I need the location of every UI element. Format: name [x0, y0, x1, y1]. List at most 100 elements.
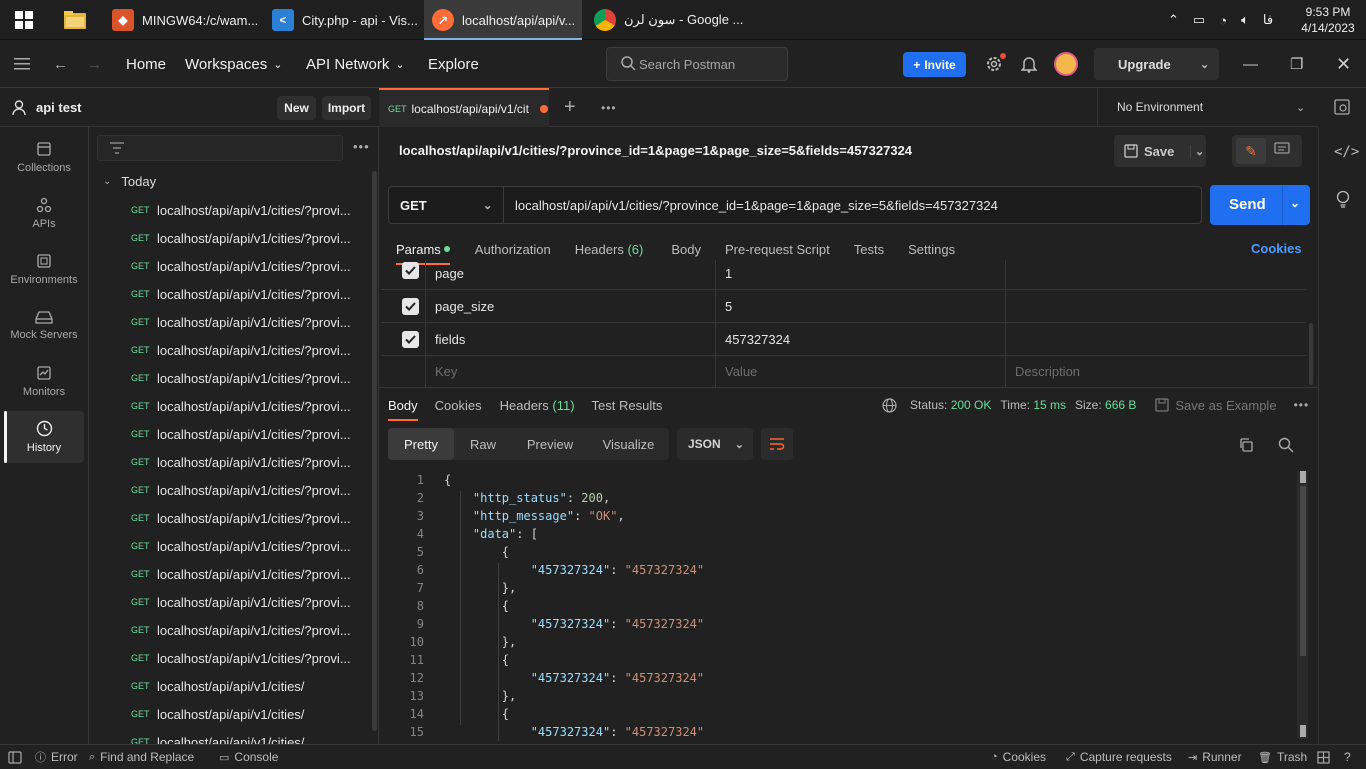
params-scrollbar[interactable]	[1309, 323, 1313, 385]
upgrade-button[interactable]: Upgrade ⌄	[1094, 48, 1219, 80]
sidebar-item-apis[interactable]: APIs	[4, 187, 84, 239]
history-scrollbar[interactable]	[372, 171, 377, 731]
taskbar-chrome[interactable]: سون لرن - Google ...	[586, 0, 744, 40]
error-status[interactable]: ⓘ Error	[35, 745, 78, 769]
save-as-example-button[interactable]: Save as Example	[1155, 398, 1277, 413]
send-button[interactable]: Send ⌄	[1210, 185, 1310, 225]
help-icon[interactable]: ?	[1344, 745, 1351, 769]
add-tab-icon[interactable]: +	[564, 96, 576, 119]
forward-arrow-icon[interactable]: →	[87, 40, 102, 88]
history-item[interactable]: GET localhost/api/api/v1/cities/?provi...	[131, 308, 351, 336]
file-explorer-icon[interactable]	[56, 0, 96, 40]
history-item[interactable]: GET localhost/api/api/v1/cities/?provi...	[131, 252, 351, 280]
param-checkbox[interactable]	[402, 262, 419, 279]
code-snippet-icon[interactable]: </>	[1334, 144, 1359, 160]
console[interactable]: ▭ Console	[219, 745, 278, 769]
cookies-status[interactable]: ◔ Cookies	[991, 745, 1046, 769]
param-value[interactable]: 1	[715, 260, 1005, 289]
save-button[interactable]: Save ⌄	[1114, 135, 1206, 167]
wrap-lines-icon[interactable]	[761, 428, 793, 460]
history-item[interactable]: GET localhost/api/api/v1/cities/?provi...	[131, 280, 351, 308]
view-raw[interactable]: Raw	[454, 428, 512, 460]
history-item[interactable]: GET localhost/api/api/v1/cities/	[131, 700, 304, 728]
resp-tab-body[interactable]: Body	[388, 393, 418, 421]
tab-params[interactable]: Params	[396, 236, 450, 265]
back-arrow-icon[interactable]: ←	[53, 40, 68, 88]
sidebar-item-environments[interactable]: Environments	[4, 243, 84, 295]
tab-headers[interactable]: Headers (6)	[575, 236, 644, 262]
more-tabs-icon[interactable]: •••	[601, 101, 617, 115]
sidebar-toggle-icon[interactable]	[8, 745, 22, 769]
history-item[interactable]: GET localhost/api/api/v1/cities/?provi...	[131, 224, 351, 252]
history-item[interactable]: GET localhost/api/api/v1/cities/?provi...	[131, 336, 351, 364]
wifi-icon[interactable]: ◔	[1219, 13, 1227, 28]
two-pane-icon[interactable]	[1317, 745, 1330, 769]
resp-tab-cookies[interactable]: Cookies	[435, 393, 482, 417]
close-icon[interactable]: ✕	[1336, 40, 1351, 88]
tab-body[interactable]: Body	[671, 236, 701, 262]
view-pretty[interactable]: Pretty	[388, 428, 454, 460]
tab-authorization[interactable]: Authorization	[475, 236, 551, 262]
import-button[interactable]: Import	[322, 96, 371, 120]
chevron-down-icon[interactable]: ⌄	[1290, 196, 1300, 210]
history-item[interactable]: GET localhost/api/api/v1/cities/?provi...	[131, 448, 351, 476]
resp-tab-test-results[interactable]: Test Results	[592, 393, 663, 417]
history-item[interactable]: GET localhost/api/api/v1/cities/?provi...	[131, 504, 351, 532]
restore-icon[interactable]: ❐	[1290, 40, 1303, 88]
tab-tests[interactable]: Tests	[854, 236, 884, 262]
globe-icon[interactable]	[882, 397, 897, 413]
bell-icon[interactable]	[1021, 40, 1037, 88]
param-value[interactable]: 457327324	[715, 323, 1005, 355]
param-value-placeholder[interactable]: Value	[715, 355, 1005, 387]
history-group-today[interactable]: ⌄ Today	[103, 174, 156, 189]
sidebar-item-monitors[interactable]: Monitors	[4, 355, 84, 407]
request-title[interactable]: localhost/api/api/v1/cities/?province_id…	[399, 143, 912, 158]
nav-home[interactable]: Home	[126, 40, 166, 88]
more-options-icon[interactable]: •••	[353, 139, 370, 154]
search-icon[interactable]	[1278, 437, 1294, 453]
history-item[interactable]: GET localhost/api/api/v1/cities/?provi...	[131, 532, 351, 560]
nav-api-network[interactable]: API Network ⌄	[306, 40, 405, 88]
param-key[interactable]: page_size	[425, 290, 715, 322]
history-item[interactable]: GET localhost/api/api/v1/cities/?provi...	[131, 196, 351, 224]
environment-quick-look-icon[interactable]	[1334, 99, 1350, 115]
param-checkbox[interactable]	[402, 331, 419, 348]
history-filter-input[interactable]	[97, 135, 343, 161]
battery-icon[interactable]: ▭	[1193, 12, 1205, 28]
history-item[interactable]: GET localhost/api/api/v1/cities/?provi...	[131, 616, 351, 644]
taskbar-git-bash[interactable]: ◆ MINGW64:/c/wam...	[104, 0, 258, 40]
editor-scrollbar[interactable]	[1297, 471, 1308, 739]
param-description[interactable]	[1005, 260, 1306, 289]
param-description[interactable]	[1005, 290, 1306, 322]
minimize-icon[interactable]: —	[1243, 40, 1258, 88]
cookies-link[interactable]: Cookies	[1251, 241, 1302, 256]
sidebar-item-mock-servers[interactable]: Mock Servers	[4, 299, 84, 351]
history-item[interactable]: GET localhost/api/api/v1/cities/?provi...	[131, 476, 351, 504]
sidebar-item-collections[interactable]: Collections	[4, 131, 84, 183]
comments-icon[interactable]	[1274, 142, 1290, 156]
history-item[interactable]: GET localhost/api/api/v1/cities/	[131, 672, 304, 700]
history-item[interactable]: GET localhost/api/api/v1/cities/?provi...	[131, 588, 351, 616]
history-item[interactable]: GET localhost/api/api/v1/cities/?provi...	[131, 560, 351, 588]
invite-button[interactable]: + Invite	[903, 52, 966, 77]
more-options-icon[interactable]: •••	[1294, 398, 1310, 412]
volume-icon[interactable]: 🔈︎	[1241, 12, 1249, 28]
history-item[interactable]: GET localhost/api/api/v1/cities/?provi...	[131, 420, 351, 448]
environment-selector[interactable]: No Environment ⌄	[1097, 88, 1317, 127]
avatar[interactable]	[1054, 40, 1078, 88]
history-item[interactable]: GET localhost/api/api/v1/cities/?provi...	[131, 364, 351, 392]
pane-divider[interactable]	[379, 387, 1318, 388]
param-description[interactable]	[1005, 323, 1306, 355]
param-checkbox[interactable]	[402, 298, 419, 315]
runner[interactable]: ⇥ Runner	[1188, 745, 1242, 769]
sidebar-item-history[interactable]: History	[4, 411, 84, 463]
edit-pencil-icon[interactable]: ✎	[1236, 138, 1266, 164]
workspace-name[interactable]: api test	[36, 100, 82, 115]
taskbar-vscode[interactable]: < City.php - api - Vis...	[264, 0, 419, 40]
clock[interactable]: 9:53 PM 4/14/2023	[1300, 0, 1356, 40]
trash[interactable]: 🗑︎ Trash	[1258, 745, 1307, 769]
param-key[interactable]: page	[425, 260, 715, 289]
param-key-placeholder[interactable]: Key	[425, 355, 715, 387]
format-select[interactable]: JSON ⌄	[677, 428, 753, 460]
new-button[interactable]: New	[277, 96, 316, 120]
